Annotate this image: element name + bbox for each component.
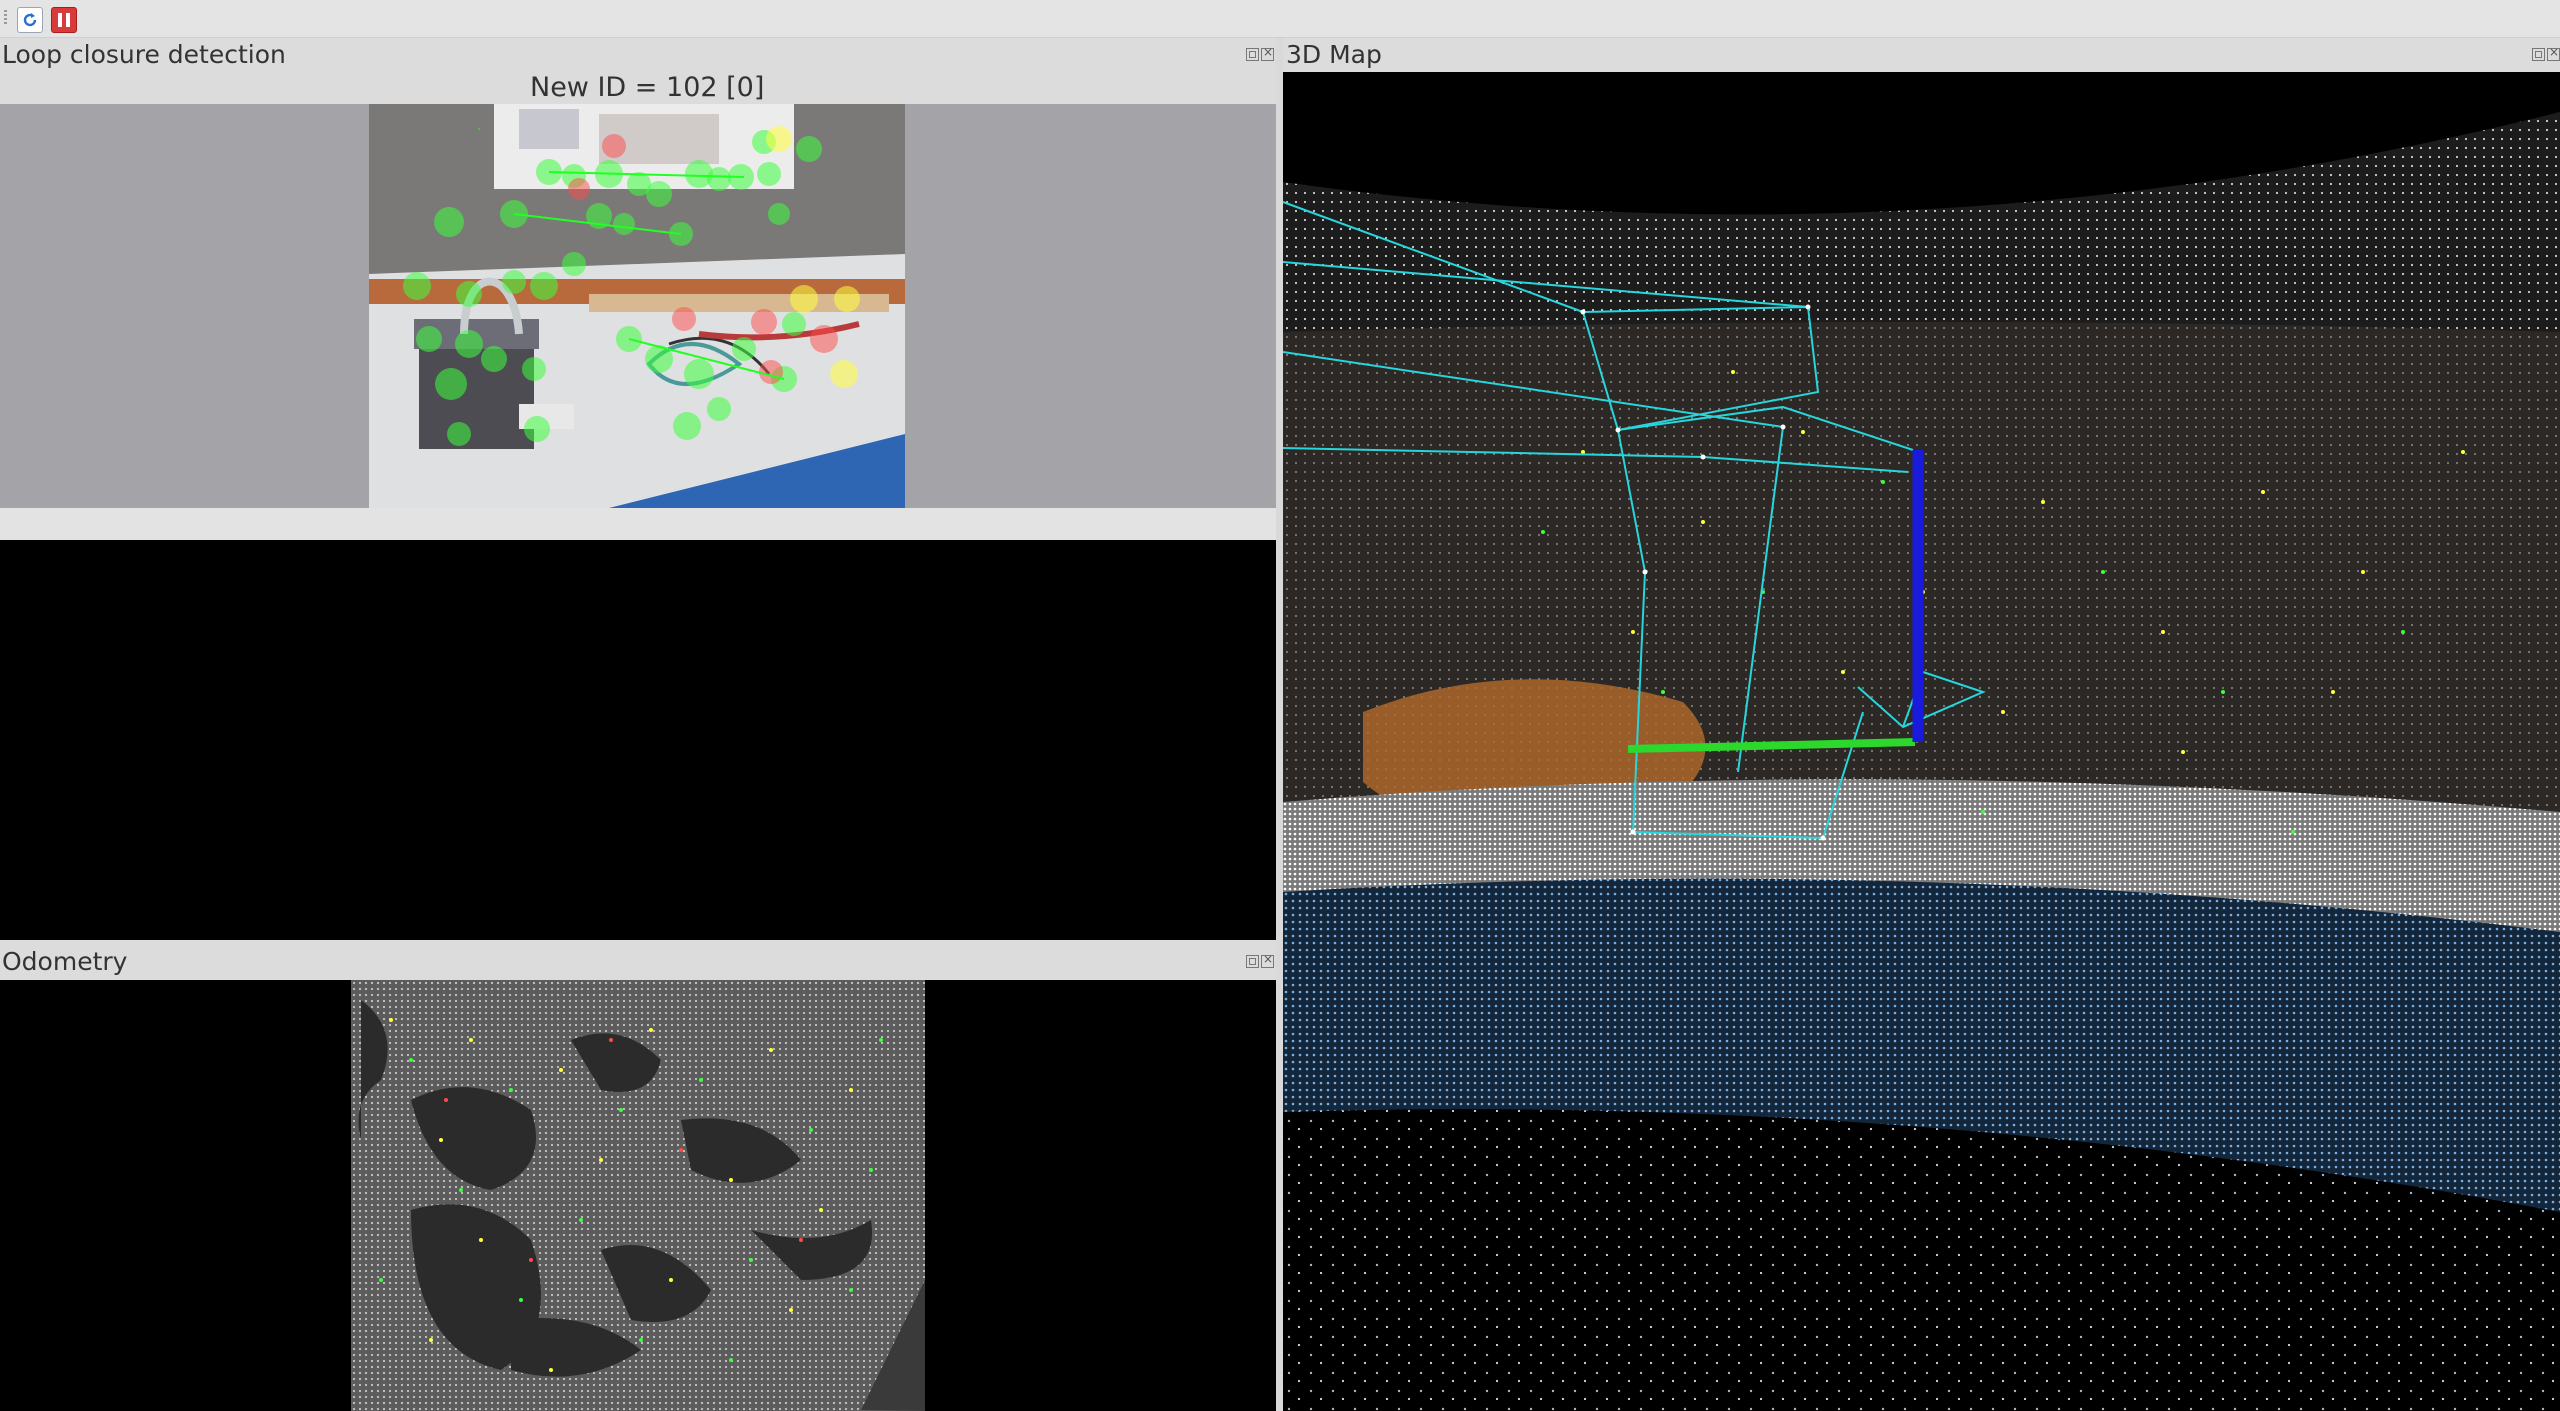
close-icon[interactable] [2547, 45, 2560, 61]
point-cloud [1283, 72, 2560, 1411]
close-icon[interactable] [1261, 952, 1274, 968]
float-icon[interactable] [2532, 48, 2545, 61]
panel-splitter[interactable] [1276, 38, 1283, 1411]
loop-closure-new-image-view[interactable] [0, 104, 1276, 508]
refresh-button[interactable] [17, 7, 43, 33]
loop-closure-title: Loop closure detection [2, 40, 286, 69]
float-icon[interactable] [1246, 48, 1259, 61]
loop-closure-separator [0, 508, 1276, 540]
new-id-label: New ID = 102 [0] [530, 72, 765, 103]
loop-closure-dock-buttons [1244, 45, 1274, 65]
loop-closure-matched-image-view[interactable] [0, 540, 1276, 940]
odometry-image [351, 980, 925, 1411]
map-dock-buttons [2530, 45, 2560, 65]
map-3d-view[interactable] [1283, 72, 2560, 1411]
pause-button[interactable] [51, 7, 77, 33]
odometry-title: Odometry [2, 947, 128, 976]
float-icon[interactable] [1246, 955, 1259, 968]
main-toolbar [0, 0, 2560, 38]
toolbar-grip[interactable] [4, 10, 7, 26]
close-icon[interactable] [1261, 45, 1274, 61]
odometry-dock-buttons [1244, 952, 1274, 972]
refresh-icon [23, 13, 37, 27]
camera-image [369, 104, 905, 508]
odometry-view[interactable] [0, 980, 1276, 1411]
map-title: 3D Map [1286, 40, 1382, 69]
